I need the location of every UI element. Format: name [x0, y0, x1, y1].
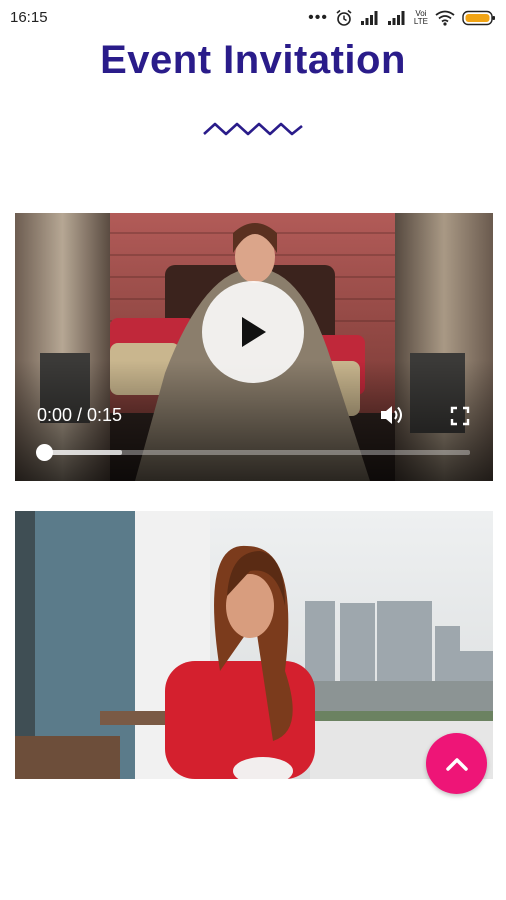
scroll-top-button[interactable] — [426, 733, 487, 794]
chevron-up-icon — [445, 757, 468, 771]
wifi-icon — [435, 10, 455, 26]
volume-icon[interactable] — [379, 403, 405, 427]
battery-icon — [462, 10, 495, 26]
status-icons: ••• Voi LTE — [308, 8, 496, 28]
video-player[interactable]: 0:00 / 0:15 — [15, 213, 493, 481]
volte-badge: Voi LTE — [413, 9, 428, 26]
status-bar: 16:15 ••• Voi LTE — [0, 0, 506, 36]
squiggle-divider — [203, 122, 303, 136]
page-title: Event Invitation — [100, 38, 406, 82]
alarm-icon — [336, 9, 352, 26]
photo-image — [15, 511, 493, 779]
play-button[interactable] — [202, 281, 304, 383]
signal-icon — [360, 11, 378, 25]
video-time-display: 0:00 / 0:15 — [37, 405, 123, 425]
play-icon — [242, 317, 266, 347]
video-progress-fill — [45, 450, 122, 455]
fullscreen-icon[interactable] — [450, 406, 470, 426]
event-photo — [15, 511, 493, 779]
video-progress-track[interactable] — [45, 450, 470, 455]
video-progress-thumb[interactable] — [36, 444, 53, 461]
more-dots-icon: ••• — [308, 9, 328, 26]
signal-icon-2 — [387, 11, 405, 25]
status-time: 16:15 — [10, 9, 48, 26]
